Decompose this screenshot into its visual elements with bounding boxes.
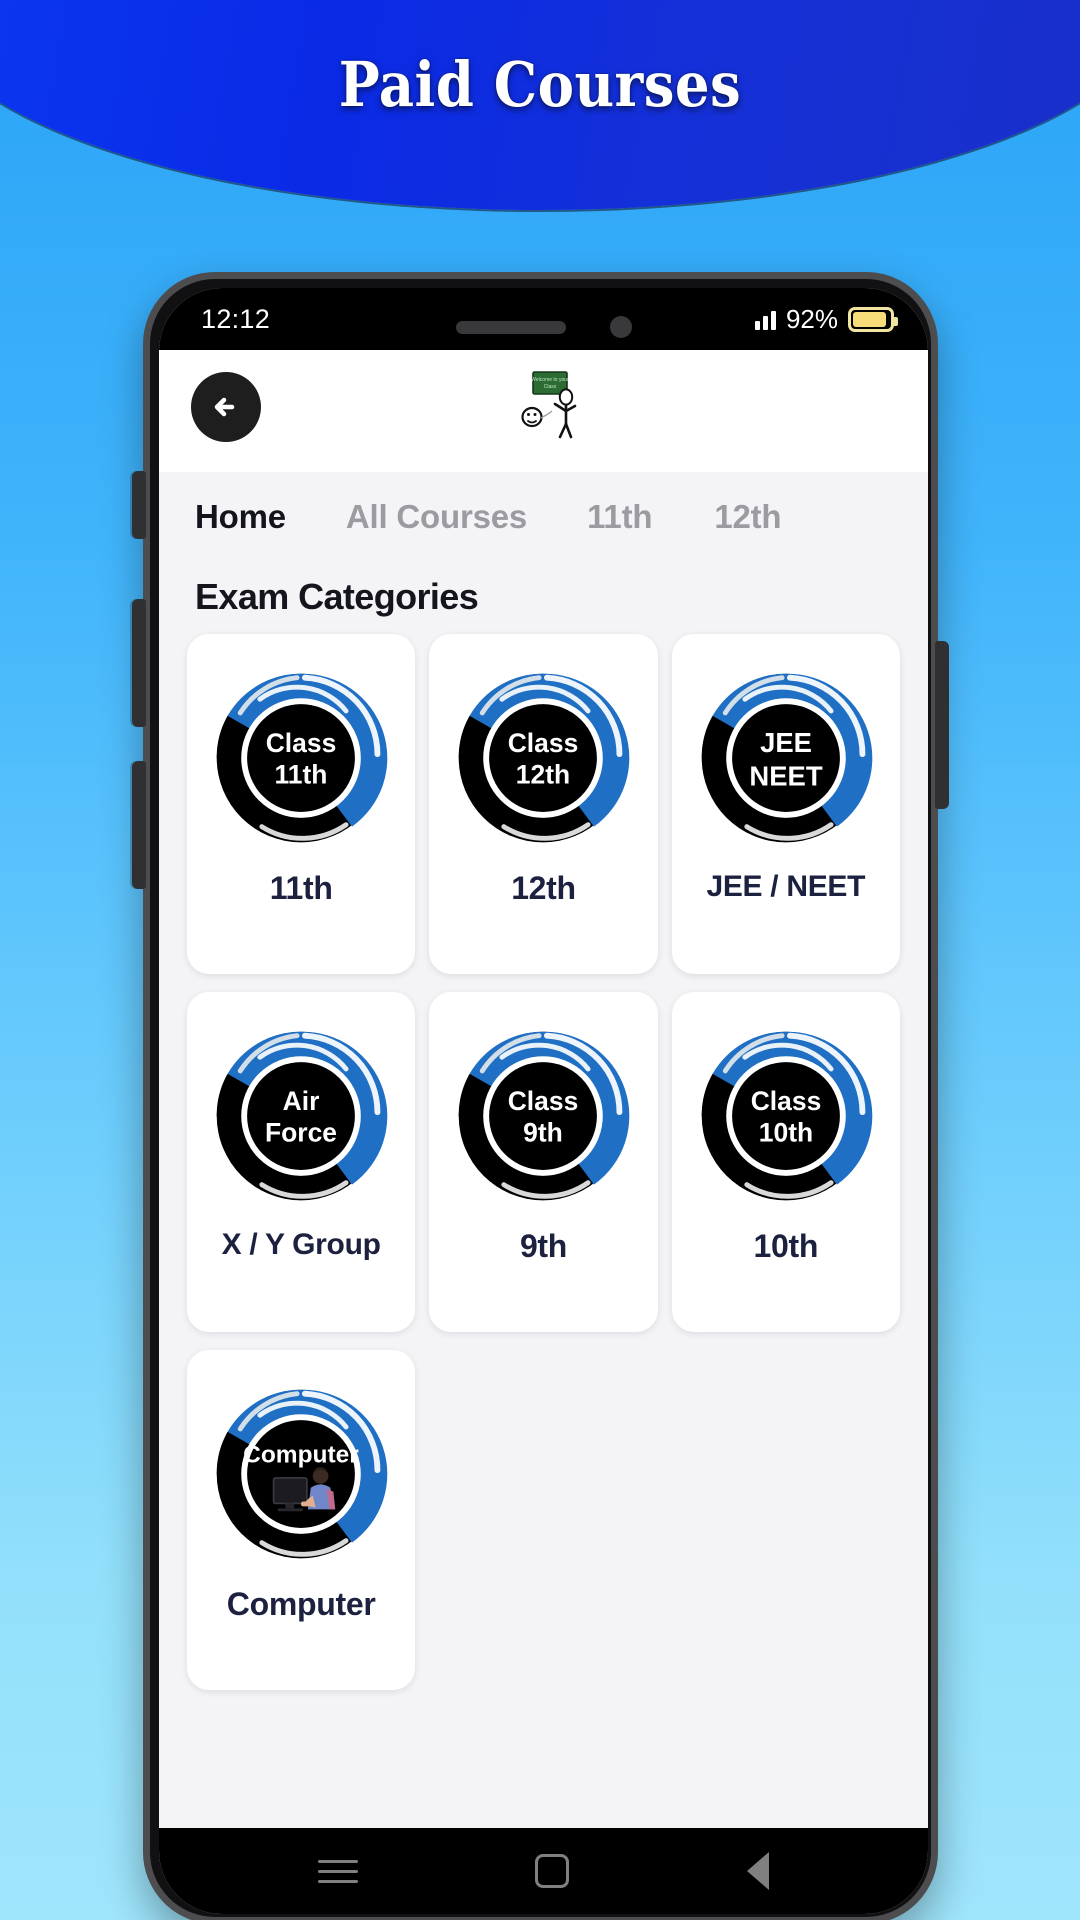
signal-bars-icon	[754, 308, 776, 330]
status-bar: 12:12 92%	[159, 288, 928, 366]
air-force-badge-icon: Air Force	[203, 1010, 399, 1226]
tab-11th[interactable]: 11th	[587, 498, 652, 536]
badge-line-2: Force	[265, 1118, 337, 1148]
category-card-x-y-group[interactable]: Air Force X / Y Group	[187, 992, 416, 1332]
badge-line-1: Class	[266, 728, 337, 758]
category-label: 9th	[519, 1228, 568, 1264]
badge-line-1: Computer	[243, 1441, 359, 1468]
class-12th-badge-icon: Class 12th	[445, 652, 641, 868]
phone-volume-down-button[interactable]	[132, 761, 146, 889]
computer-badge-icon: Computer	[203, 1368, 399, 1584]
category-label: JEE / NEET	[706, 870, 866, 903]
phone-power-button[interactable]	[935, 641, 949, 809]
badge-line-1: JEE	[760, 727, 812, 758]
exam-categories-grid: Class 11th 11th Class 12th 12th JEE NEET…	[159, 634, 928, 1730]
tab-all-courses[interactable]: All Courses	[346, 498, 527, 536]
course-tabs: Home All Courses 11th 12th	[159, 472, 928, 558]
badge-line-1: Class	[751, 1086, 822, 1116]
jee-neet-badge-icon: JEE NEET	[688, 652, 884, 868]
front-camera-icon	[609, 316, 632, 338]
category-label: 10th	[753, 1228, 819, 1264]
class-10th-badge-icon: Class 10th	[688, 1010, 884, 1226]
class-11th-badge-icon: Class 11th	[203, 652, 399, 868]
badge-line-2: 12th	[516, 760, 570, 790]
battery-icon	[848, 306, 898, 332]
phone-volume-up-button[interactable]	[132, 599, 146, 727]
category-card-computer[interactable]: Computer Computer	[187, 1350, 416, 1690]
svg-text:Class: Class	[543, 384, 556, 390]
phone-screen: 12:12 92% Welcome to your Class Home All…	[159, 288, 928, 1914]
category-card-jee-neet[interactable]: JEE NEET JEE / NEET	[671, 634, 900, 974]
app-header: Welcome to your Class	[159, 350, 928, 472]
class-9th-badge-icon: Class 9th	[445, 1010, 641, 1226]
category-label: Computer	[226, 1586, 376, 1622]
badge-line-2: 10th	[759, 1118, 813, 1148]
category-card-10th[interactable]: Class 10th 10th	[671, 992, 900, 1332]
android-nav-bar	[159, 1828, 928, 1914]
tab-home[interactable]: Home	[195, 498, 286, 536]
status-indicators: 92%	[754, 303, 898, 335]
tab-12th[interactable]: 12th	[714, 498, 781, 536]
back-button[interactable]	[191, 372, 261, 442]
badge-line-2: 9th	[524, 1118, 564, 1148]
status-time: 12:12	[201, 303, 271, 334]
back-triangle-icon[interactable]	[747, 1852, 770, 1890]
battery-percent-label: 92%	[785, 303, 838, 334]
category-label: 12th	[511, 870, 576, 906]
phone-mute-button[interactable]	[132, 471, 146, 539]
battery-fill	[853, 311, 887, 327]
svg-text:Welcome to your: Welcome to your	[531, 377, 569, 383]
home-square-icon[interactable]	[535, 1854, 570, 1888]
menu-icon[interactable]	[317, 1853, 358, 1890]
category-card-9th[interactable]: Class 9th 9th	[429, 992, 658, 1332]
phone-frame: 12:12 92% Welcome to your Class Home All…	[132, 272, 949, 1920]
teacher-chalkboard-logo: Welcome to your Class	[520, 371, 576, 439]
section-title: Exam Categories	[159, 558, 928, 634]
badge-line-2: 11th	[275, 760, 328, 790]
badge-line-1: Class	[508, 728, 579, 758]
category-card-11th[interactable]: Class 11th 11th	[187, 634, 416, 974]
badge-line-2: NEET	[749, 760, 822, 791]
category-label: 11th	[269, 870, 333, 906]
badge-line-1: Air	[283, 1086, 320, 1116]
category-card-12th[interactable]: Class 12th 12th	[429, 634, 658, 974]
earpiece-speaker	[455, 320, 566, 334]
page-title: Paid Courses	[338, 48, 742, 121]
badge-line-1: Class	[508, 1086, 579, 1116]
arrow-left-icon	[214, 397, 235, 417]
category-label: X / Y Group	[221, 1228, 381, 1261]
